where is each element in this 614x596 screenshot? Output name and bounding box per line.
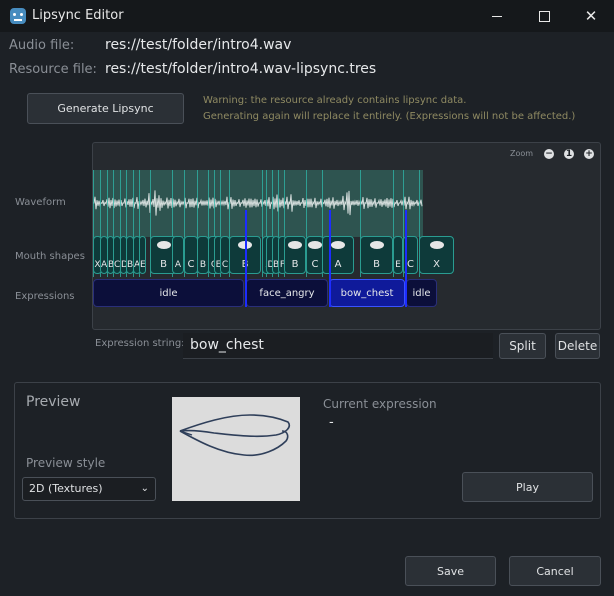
mouth-shape-label: E bbox=[395, 260, 401, 270]
resource-file-path: res://test/folder/intro4.wav-lipsync.tre… bbox=[105, 61, 377, 77]
mouth-shape-label: E bbox=[140, 260, 146, 270]
waveform-track-label: Waveform bbox=[15, 197, 66, 208]
preview-style-select[interactable]: 2D (Textures) ⌄ bbox=[22, 477, 156, 501]
expression-string-label: Expression string: bbox=[95, 338, 185, 349]
minimize-icon bbox=[492, 15, 502, 17]
expression-block[interactable]: face_angry bbox=[246, 279, 328, 307]
audio-file-path: res://test/folder/intro4.wav bbox=[105, 37, 292, 53]
mouth-shape-block[interactable]: X bbox=[419, 236, 454, 274]
app-icon bbox=[10, 8, 26, 24]
resource-file-label: Resource file: bbox=[9, 62, 97, 77]
mouth-shape-icon bbox=[429, 241, 444, 249]
zoom-label: Zoom bbox=[510, 149, 534, 158]
current-expression-value: - bbox=[329, 415, 334, 430]
preview-style-label: Preview style bbox=[26, 456, 106, 470]
expression-divider[interactable] bbox=[245, 210, 247, 307]
chevron-down-icon: ⌄ bbox=[140, 483, 149, 494]
preview-style-value: 2D (Textures) bbox=[29, 482, 103, 495]
mouth-shape-block[interactable]: C bbox=[184, 236, 198, 274]
delete-button[interactable]: Delete bbox=[555, 333, 600, 359]
mouth-shape-icon bbox=[288, 241, 302, 249]
play-button[interactable]: Play bbox=[462, 472, 593, 502]
expression-block-selected[interactable]: bow_chest bbox=[329, 279, 405, 307]
mouth-shape-icon bbox=[331, 241, 345, 249]
generate-lipsync-button[interactable]: Generate Lipsync bbox=[27, 93, 184, 124]
expression-label: idle bbox=[159, 287, 178, 299]
expression-label: bow_chest bbox=[340, 287, 394, 299]
mouth-shape-label: A bbox=[174, 260, 182, 270]
close-button[interactable]: ✕ bbox=[568, 0, 614, 32]
warning-line-2: Generating again will replace it entirel… bbox=[203, 111, 576, 122]
waveform-area[interactable] bbox=[93, 170, 423, 237]
mouth-shape-label: B bbox=[199, 260, 207, 270]
expression-string-input[interactable]: bow_chest bbox=[183, 333, 493, 359]
maximize-icon bbox=[538, 10, 550, 22]
mouth-shape-icon bbox=[369, 241, 384, 249]
mouth-shape-label: C bbox=[187, 259, 195, 270]
zoom-reset-button[interactable]: 1 bbox=[564, 149, 574, 159]
audio-file-label: Audio file: bbox=[9, 38, 75, 53]
zoom-in-button[interactable]: + bbox=[584, 149, 594, 159]
split-button[interactable]: Split bbox=[499, 333, 546, 359]
warning-line-1: Warning: the resource already contains l… bbox=[203, 95, 467, 106]
expression-block[interactable]: idle bbox=[406, 279, 437, 307]
mouth-shapes-track-label: Mouth shapes bbox=[15, 251, 85, 262]
mouth-shape-label: A bbox=[334, 259, 342, 270]
mouth-shape-block[interactable]: B bbox=[284, 236, 306, 274]
expression-label: idle bbox=[412, 287, 431, 299]
mouth-shape-block[interactable]: E bbox=[393, 236, 403, 274]
mouth-shape-icon bbox=[308, 241, 322, 249]
mouth-shape-label: X bbox=[433, 259, 440, 270]
mouth-shape-block[interactable]: A bbox=[322, 236, 354, 274]
expression-divider[interactable] bbox=[405, 210, 407, 307]
mouth-shape-label: B bbox=[373, 259, 380, 270]
expression-label: face_angry bbox=[259, 287, 315, 299]
expression-block[interactable]: idle bbox=[93, 279, 244, 307]
mouth-shape-block[interactable]: B bbox=[360, 236, 393, 274]
zoom-out-button[interactable]: − bbox=[544, 149, 554, 159]
preview-title: Preview bbox=[26, 394, 81, 410]
mouth-shape-icon bbox=[156, 241, 171, 249]
expressions-track-label: Expressions bbox=[15, 291, 75, 302]
save-button[interactable]: Save bbox=[405, 556, 496, 586]
lips-drawing bbox=[179, 414, 291, 457]
mouth-shape-label: B bbox=[291, 259, 299, 270]
cancel-button[interactable]: Cancel bbox=[509, 556, 601, 586]
waveform-graph bbox=[93, 190, 423, 216]
maximize-button[interactable] bbox=[521, 0, 567, 32]
expression-divider[interactable] bbox=[329, 210, 331, 307]
mouth-preview-image bbox=[172, 397, 300, 501]
waveform-line bbox=[93, 190, 423, 216]
mouth-shape-label: C bbox=[221, 260, 229, 270]
minimize-button[interactable] bbox=[474, 0, 520, 32]
current-expression-label: Current expression bbox=[323, 397, 437, 411]
mouth-shape-block[interactable]: E bbox=[139, 236, 146, 274]
mouth-shape-label: C bbox=[311, 259, 319, 270]
mouth-shape-block[interactable]: A bbox=[172, 236, 184, 274]
close-icon: ✕ bbox=[584, 7, 598, 25]
window-title: Lipsync Editor bbox=[32, 8, 124, 23]
